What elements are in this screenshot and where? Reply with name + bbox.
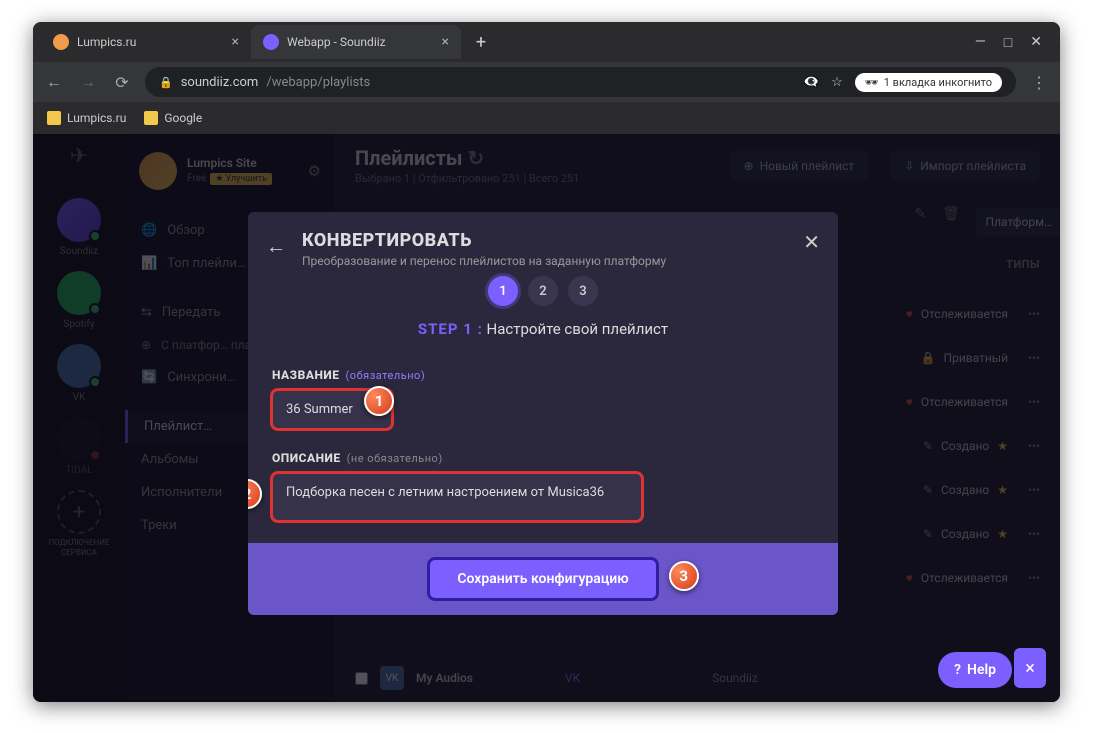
- back-arrow-icon[interactable]: ←: [266, 234, 286, 259]
- app-root: ✈ Soundiiz Spotify VK TIDAL +ПОДКЛЮЧЕНИЕ…: [33, 134, 1060, 702]
- help-button[interactable]: ?Help: [938, 652, 1012, 688]
- modal-title: КОНВЕРТИРОВАТЬ: [302, 230, 814, 251]
- star-icon[interactable]: ☆: [831, 75, 843, 90]
- toolbar: ← → ⟳ 🔒 soundiiz.com/webapp/playlists 👁‍…: [33, 62, 1060, 102]
- incognito-badge: 🕶 1 вкладка инкогнито: [855, 73, 1002, 92]
- save-config-button[interactable]: Сохранить конфигурацию: [429, 559, 656, 599]
- lock-icon: 🔒: [159, 76, 173, 89]
- annotation-1: 1: [364, 386, 394, 416]
- minimize-button[interactable]: —: [975, 34, 986, 51]
- browser-window: Lumpics.ru × Webapp - Soundiiz × + — □ ✕…: [33, 22, 1060, 702]
- incognito-icon: 🕶: [865, 76, 879, 89]
- annotation-3: 3: [669, 561, 699, 591]
- tab-soundiiz[interactable]: Webapp - Soundiiz ×: [251, 25, 461, 59]
- forward-button[interactable]: →: [77, 72, 99, 92]
- name-label: НАЗВАНИЕ(обязательно): [272, 368, 814, 382]
- modal-footer: Сохранить конфигурацию 3: [248, 543, 838, 615]
- bookmark-google[interactable]: Google: [144, 111, 202, 125]
- menu-button[interactable]: ⋮: [1028, 73, 1050, 92]
- close-window-button[interactable]: ✕: [1030, 34, 1042, 51]
- favicon-icon: [53, 34, 69, 50]
- folder-icon: [47, 111, 61, 125]
- tab-label: Lumpics.ru: [77, 35, 136, 49]
- tab-label: Webapp - Soundiiz: [287, 35, 386, 49]
- folder-icon: [144, 111, 158, 125]
- step-3[interactable]: 3: [568, 276, 598, 306]
- stepper: 1 2 3: [272, 276, 814, 306]
- bookmarks-bar: Lumpics.ru Google: [33, 102, 1060, 134]
- title-bar: Lumpics.ru × Webapp - Soundiiz × + — □ ✕: [33, 22, 1060, 62]
- help-icon: ?: [954, 662, 961, 678]
- step-title: STEP 1 : Настройте свой плейлист: [272, 320, 814, 338]
- desc-input[interactable]: [272, 473, 642, 521]
- address-bar[interactable]: 🔒 soundiiz.com/webapp/playlists 👁‍🗨 ☆ 🕶 …: [145, 67, 1016, 97]
- back-button[interactable]: ←: [43, 72, 65, 92]
- eye-off-icon[interactable]: 👁‍🗨: [803, 75, 819, 90]
- annotation-2: 2: [248, 479, 262, 509]
- modal-subtitle: Преобразование и перенос плейлистов на з…: [302, 254, 814, 268]
- favicon-icon: [263, 34, 279, 50]
- close-icon[interactable]: ✕: [803, 230, 820, 254]
- maximize-button[interactable]: □: [1004, 34, 1012, 51]
- step-2[interactable]: 2: [528, 276, 558, 306]
- close-icon[interactable]: ×: [232, 34, 239, 50]
- help-close-button[interactable]: ×: [1014, 648, 1046, 688]
- close-icon[interactable]: ×: [442, 34, 449, 50]
- reload-button[interactable]: ⟳: [111, 73, 133, 92]
- url-host: soundiiz.com: [181, 75, 259, 90]
- tab-lumpics[interactable]: Lumpics.ru ×: [41, 25, 251, 59]
- step-1[interactable]: 1: [488, 276, 518, 306]
- url-path: /webapp/playlists: [266, 75, 370, 90]
- bookmark-lumpics[interactable]: Lumpics.ru: [47, 111, 126, 125]
- new-tab-button[interactable]: +: [467, 28, 495, 56]
- desc-label: ОПИСАНИЕ(не обязательно): [272, 451, 814, 465]
- convert-modal: ← КОНВЕРТИРОВАТЬ Преобразование и перено…: [248, 212, 838, 615]
